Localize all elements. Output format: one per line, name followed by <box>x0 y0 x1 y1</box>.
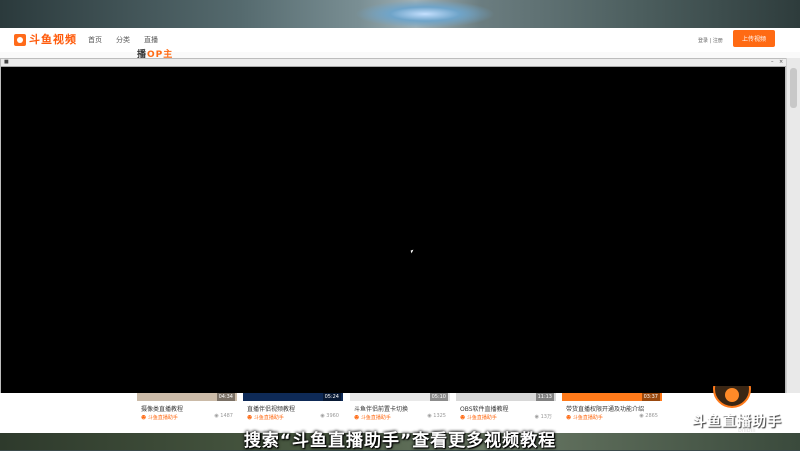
logo-text: 斗鱼视频 <box>29 33 77 46</box>
video-title[interactable]: 斗鱼伴侣前置卡切换 <box>354 404 408 413</box>
video-title[interactable]: OBS软件直播教程 <box>460 404 509 413</box>
brand-mascot-badge <box>713 386 751 408</box>
video-thumbnail[interactable]: 11:13 <box>456 393 556 401</box>
background-glow <box>355 0 495 28</box>
video-card[interactable]: 05:24 直播伴侣视频教程 ☻ 斗鱼直播助手 ◉ 3960 <box>243 393 343 425</box>
video-author[interactable]: ☻ 斗鱼直播助手 <box>247 414 284 421</box>
video-views: ◉ 3960 <box>320 413 339 419</box>
video-author[interactable]: ☻ 斗鱼直播助手 <box>460 414 497 421</box>
logo-icon <box>14 34 26 46</box>
video-duration: 11:13 <box>535 393 554 401</box>
window-menu-icon[interactable]: ■ <box>4 59 9 66</box>
video-author[interactable]: ☻ 斗鱼直播助手 <box>566 414 603 421</box>
video-card[interactable]: 11:13 OBS软件直播教程 ☻ 斗鱼直播助手 ◉ 13万 <box>456 393 556 425</box>
nav-home[interactable]: 首页 <box>88 35 102 45</box>
video-duration: 04:34 <box>216 393 235 401</box>
mascot-icon <box>713 386 751 408</box>
video-thumbnail[interactable]: 04:34 <box>137 393 237 401</box>
background-game-scene-top <box>0 0 800 28</box>
video-views: ◉ 13万 <box>534 414 552 420</box>
video-author[interactable]: ☻ 斗鱼直播助手 <box>354 414 391 421</box>
video-duration: 03:37 <box>641 393 660 401</box>
nav-live[interactable]: 直播 <box>144 35 158 45</box>
mouse-cursor-icon <box>410 249 415 254</box>
video-thumbnail[interactable]: 05:10 <box>350 393 450 401</box>
video-card[interactable]: 05:10 斗鱼伴侣前置卡切换 ☻ 斗鱼直播助手 ◉ 1325 <box>350 393 450 425</box>
video-card[interactable]: 04:34 摄像类直播教程 ☻ 斗鱼直播助手 ◉ 1487 <box>137 393 237 425</box>
window-minimize-icon[interactable]: – <box>771 59 774 66</box>
video-views: ◉ 1487 <box>214 413 233 419</box>
video-player[interactable]: ■ – × <box>0 58 787 394</box>
video-thumbnail[interactable]: 05:24 <box>243 393 343 401</box>
video-title[interactable]: 带货直播权限开通及功能介绍 <box>566 404 644 413</box>
video-duration: 05:10 <box>429 393 448 401</box>
video-subtitle-caption: 搜索“斗鱼直播助手”查看更多视频教程 <box>243 431 557 451</box>
video-title[interactable]: 摄像类直播教程 <box>141 404 183 413</box>
upload-video-button[interactable]: 上传视频 <box>733 30 775 47</box>
video-title[interactable]: 直播伴侣视频教程 <box>247 404 295 413</box>
video-views: ◉ 2865 <box>639 413 658 419</box>
video-author[interactable]: ☻ 斗鱼直播助手 <box>141 414 178 421</box>
nav-category[interactable]: 分类 <box>116 35 130 45</box>
video-duration: 05:24 <box>322 393 341 401</box>
window-close-icon[interactable]: × <box>779 59 783 66</box>
channel-watermark-sub: bilibili <box>738 427 756 434</box>
login-register-link[interactable]: 登录 | 注册 <box>698 37 723 44</box>
channel-watermark: 斗鱼直播助手 <box>692 414 782 430</box>
site-header: 斗鱼视频 首页 分类 直播 登录 | 注册 <box>0 28 800 53</box>
main-nav: 首页 分类 直播 <box>88 35 158 45</box>
scrollbar-thumb[interactable] <box>790 68 797 108</box>
player-window-bar: ■ – × <box>1 59 787 67</box>
video-views: ◉ 1325 <box>427 413 446 419</box>
video-thumbnail[interactable]: 03:37 <box>562 393 662 401</box>
video-card[interactable]: 03:37 带货直播权限开通及功能介绍 ☻ 斗鱼直播助手 ◉ 2865 <box>562 393 662 425</box>
page-scrollbar[interactable] <box>786 58 800 394</box>
site-logo[interactable]: 斗鱼视频 <box>14 33 77 47</box>
